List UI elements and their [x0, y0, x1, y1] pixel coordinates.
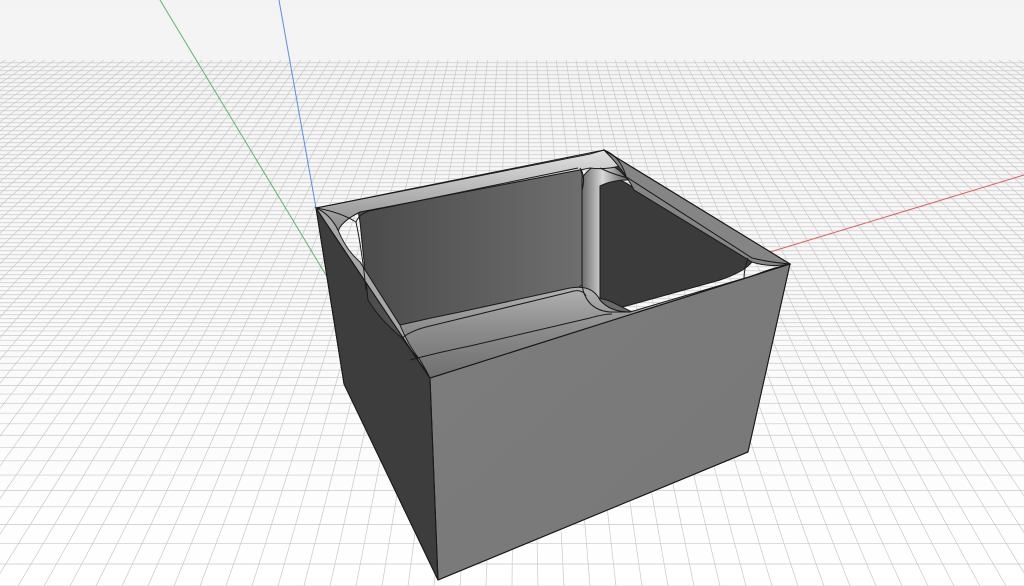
- 3d-viewport[interactable]: [0, 0, 1024, 586]
- viewport-canvas[interactable]: [0, 0, 1024, 586]
